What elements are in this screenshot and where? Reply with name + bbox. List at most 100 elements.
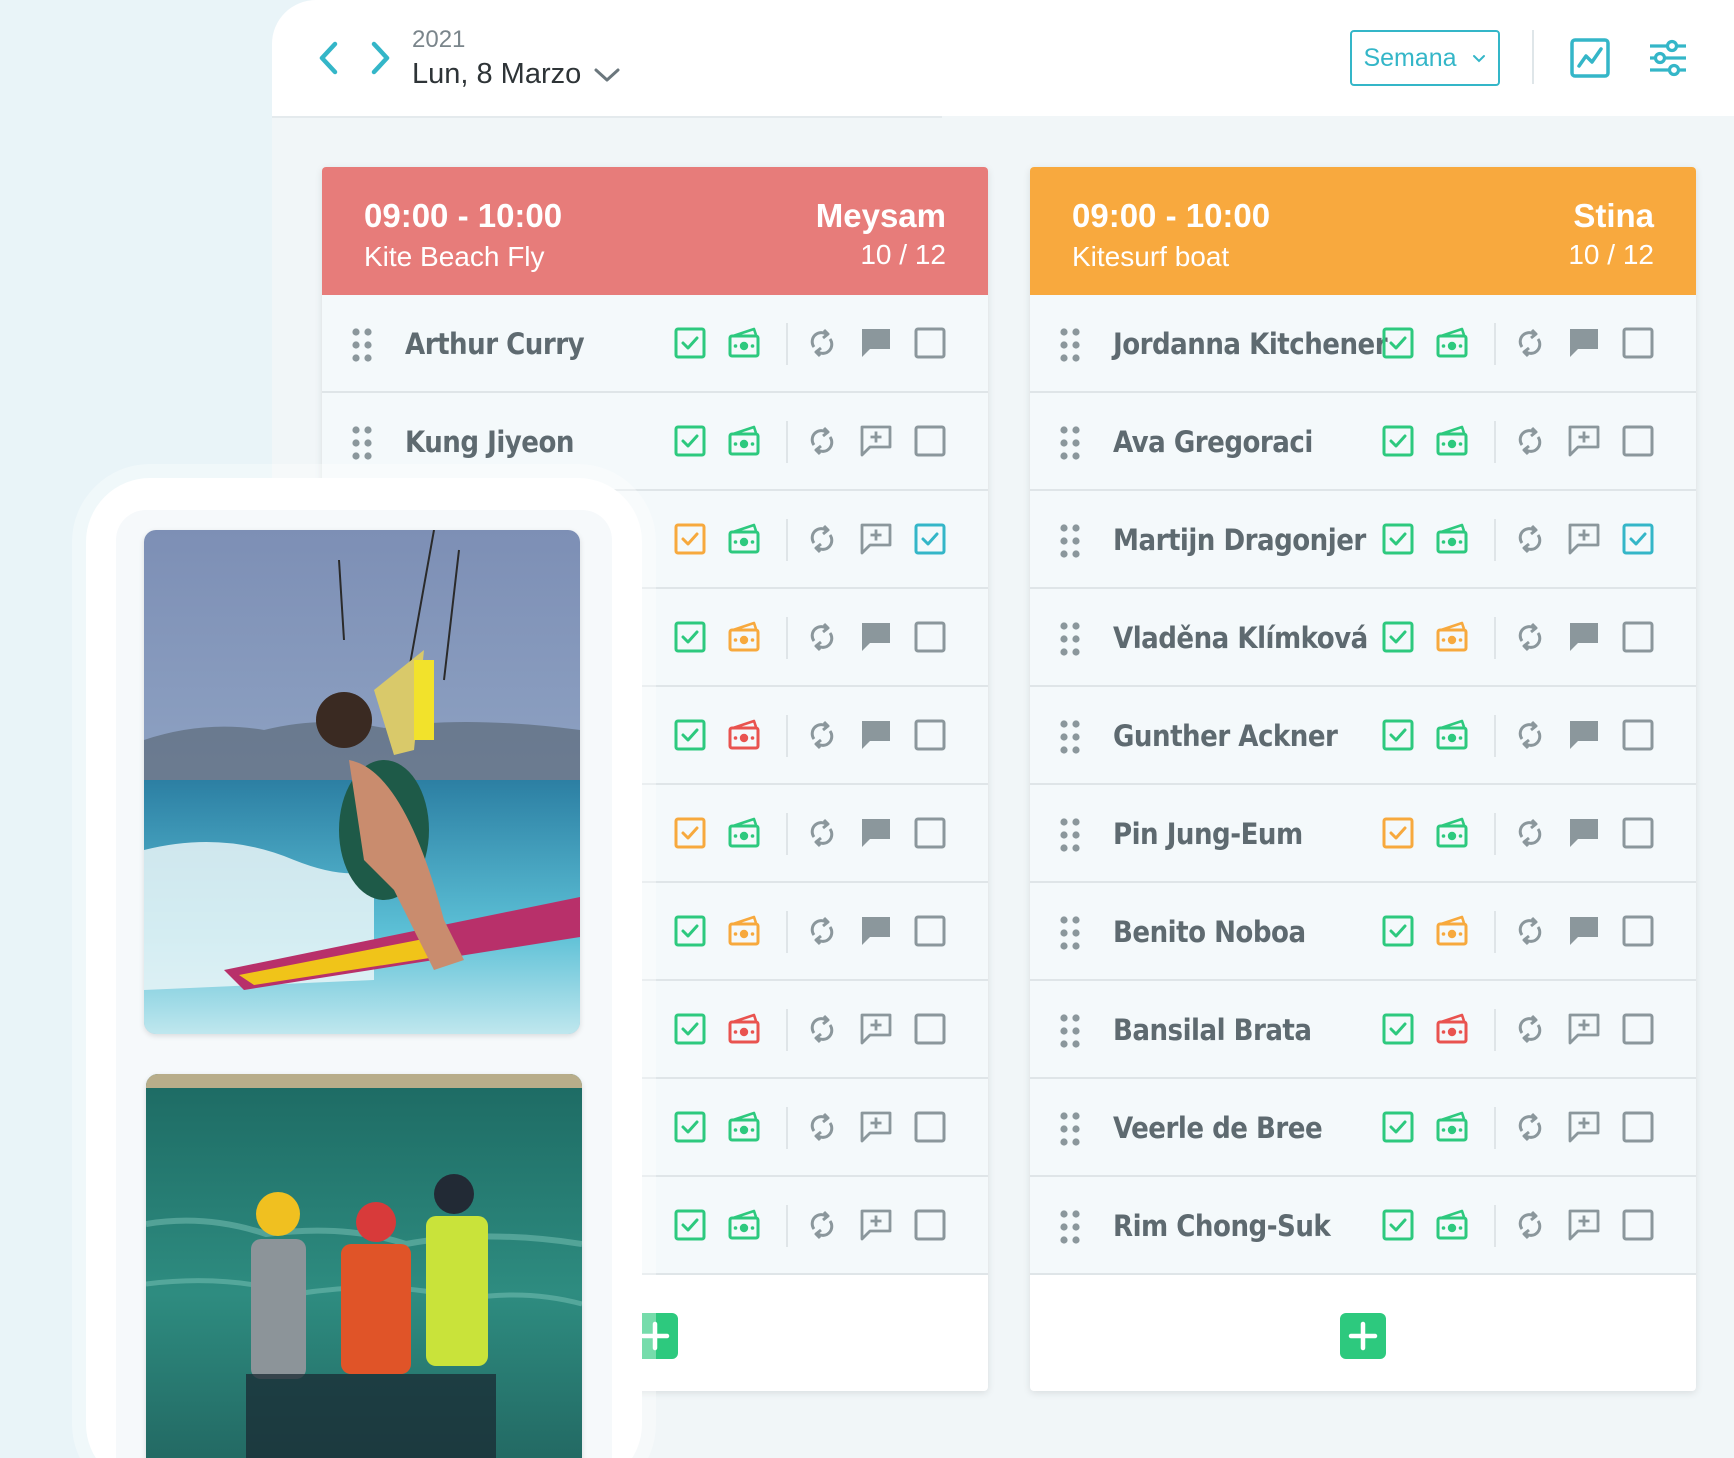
add-comment-icon[interactable] <box>858 1207 894 1243</box>
payment-icon[interactable] <box>1434 1011 1470 1047</box>
payment-icon[interactable] <box>1434 521 1470 557</box>
select-checkbox[interactable] <box>912 1109 948 1145</box>
select-checkbox[interactable] <box>912 913 948 949</box>
student-row[interactable]: Veerle de Bree <box>1030 1079 1696 1177</box>
payment-icon[interactable] <box>1434 717 1470 753</box>
payment-icon[interactable] <box>726 815 762 851</box>
attendance-check-icon[interactable] <box>672 913 708 949</box>
attendance-check-icon[interactable] <box>672 1011 708 1047</box>
select-checkbox[interactable] <box>912 1011 948 1047</box>
attendance-check-icon[interactable] <box>672 815 708 851</box>
attendance-check-icon[interactable] <box>1380 1109 1416 1145</box>
repeat-icon[interactable] <box>804 325 840 361</box>
attendance-check-icon[interactable] <box>1380 325 1416 361</box>
select-checkbox[interactable] <box>912 619 948 655</box>
attendance-check-icon[interactable] <box>672 1109 708 1145</box>
attendance-check-icon[interactable] <box>1380 619 1416 655</box>
drag-handle-icon[interactable] <box>1060 719 1080 755</box>
payment-icon[interactable] <box>726 521 762 557</box>
repeat-icon[interactable] <box>1512 913 1548 949</box>
comment-icon[interactable] <box>1566 815 1602 851</box>
select-checkbox[interactable] <box>1620 423 1656 459</box>
repeat-icon[interactable] <box>1512 1011 1548 1047</box>
drag-handle-icon[interactable] <box>1060 523 1080 559</box>
repeat-icon[interactable] <box>804 1207 840 1243</box>
student-row[interactable]: Ava Gregoraci <box>1030 393 1696 491</box>
comment-icon[interactable] <box>1566 619 1602 655</box>
attendance-check-icon[interactable] <box>672 325 708 361</box>
drag-handle-icon[interactable] <box>1060 915 1080 951</box>
attendance-check-icon[interactable] <box>1380 913 1416 949</box>
drag-handle-icon[interactable] <box>1060 425 1080 461</box>
payment-icon[interactable] <box>1434 1109 1470 1145</box>
repeat-icon[interactable] <box>804 717 840 753</box>
add-comment-icon[interactable] <box>858 1109 894 1145</box>
select-checkbox[interactable] <box>1620 325 1656 361</box>
comment-icon[interactable] <box>1566 325 1602 361</box>
lesson-header[interactable]: 09:00 - 10:00 Kite Beach Fly Meysam 10 /… <box>322 167 988 295</box>
repeat-icon[interactable] <box>1512 1207 1548 1243</box>
select-checkbox[interactable] <box>1620 815 1656 851</box>
attendance-check-icon[interactable] <box>1380 1207 1416 1243</box>
drag-handle-icon[interactable] <box>1060 1209 1080 1245</box>
date-picker[interactable]: Lun, 8 Marzo <box>412 58 621 91</box>
select-checkbox[interactable] <box>912 423 948 459</box>
next-date-button[interactable] <box>360 38 400 78</box>
filters-button[interactable] <box>1646 36 1690 80</box>
repeat-icon[interactable] <box>804 1109 840 1145</box>
add-comment-icon[interactable] <box>858 1011 894 1047</box>
payment-icon[interactable] <box>726 619 762 655</box>
student-row[interactable]: Benito Noboa <box>1030 883 1696 981</box>
attendance-check-icon[interactable] <box>1380 815 1416 851</box>
select-checkbox[interactable] <box>1620 1011 1656 1047</box>
comment-icon[interactable] <box>858 619 894 655</box>
view-select[interactable]: Semana <box>1350 30 1500 86</box>
payment-icon[interactable] <box>726 913 762 949</box>
repeat-icon[interactable] <box>1512 717 1548 753</box>
add-comment-icon[interactable] <box>1566 1109 1602 1145</box>
attendance-check-icon[interactable] <box>1380 717 1416 753</box>
student-row[interactable]: Jordanna Kitchener <box>1030 295 1696 393</box>
attendance-check-icon[interactable] <box>1380 521 1416 557</box>
repeat-icon[interactable] <box>804 423 840 459</box>
select-checkbox[interactable] <box>912 1207 948 1243</box>
select-checkbox[interactable] <box>912 521 948 557</box>
repeat-icon[interactable] <box>1512 521 1548 557</box>
payment-icon[interactable] <box>726 1109 762 1145</box>
repeat-icon[interactable] <box>804 815 840 851</box>
stats-button[interactable] <box>1568 36 1612 80</box>
select-checkbox[interactable] <box>912 325 948 361</box>
add-comment-icon[interactable] <box>858 521 894 557</box>
repeat-icon[interactable] <box>804 913 840 949</box>
lesson-header[interactable]: 09:00 - 10:00 Kitesurf boat Stina 10 / 1… <box>1030 167 1696 295</box>
drag-handle-icon[interactable] <box>1060 1013 1080 1049</box>
repeat-icon[interactable] <box>804 521 840 557</box>
select-checkbox[interactable] <box>912 717 948 753</box>
repeat-icon[interactable] <box>1512 619 1548 655</box>
repeat-icon[interactable] <box>1512 325 1548 361</box>
payment-icon[interactable] <box>1434 619 1470 655</box>
drag-handle-icon[interactable] <box>1060 1111 1080 1147</box>
add-comment-icon[interactable] <box>858 423 894 459</box>
student-row[interactable]: Rim Chong-Suk <box>1030 1177 1696 1275</box>
payment-icon[interactable] <box>1434 1207 1470 1243</box>
repeat-icon[interactable] <box>1512 1109 1548 1145</box>
add-comment-icon[interactable] <box>1566 521 1602 557</box>
select-checkbox[interactable] <box>1620 913 1656 949</box>
student-row[interactable]: Gunther Ackner <box>1030 687 1696 785</box>
comment-icon[interactable] <box>1566 717 1602 753</box>
drag-handle-icon[interactable] <box>352 327 372 363</box>
attendance-check-icon[interactable] <box>672 521 708 557</box>
drag-handle-icon[interactable] <box>352 425 372 461</box>
comment-icon[interactable] <box>858 815 894 851</box>
add-comment-icon[interactable] <box>1566 1011 1602 1047</box>
attendance-check-icon[interactable] <box>672 1207 708 1243</box>
comment-icon[interactable] <box>1566 913 1602 949</box>
comment-icon[interactable] <box>858 717 894 753</box>
payment-icon[interactable] <box>1434 325 1470 361</box>
attendance-check-icon[interactable] <box>1380 423 1416 459</box>
drag-handle-icon[interactable] <box>1060 621 1080 657</box>
select-checkbox[interactable] <box>1620 521 1656 557</box>
select-checkbox[interactable] <box>1620 619 1656 655</box>
payment-icon[interactable] <box>726 1011 762 1047</box>
